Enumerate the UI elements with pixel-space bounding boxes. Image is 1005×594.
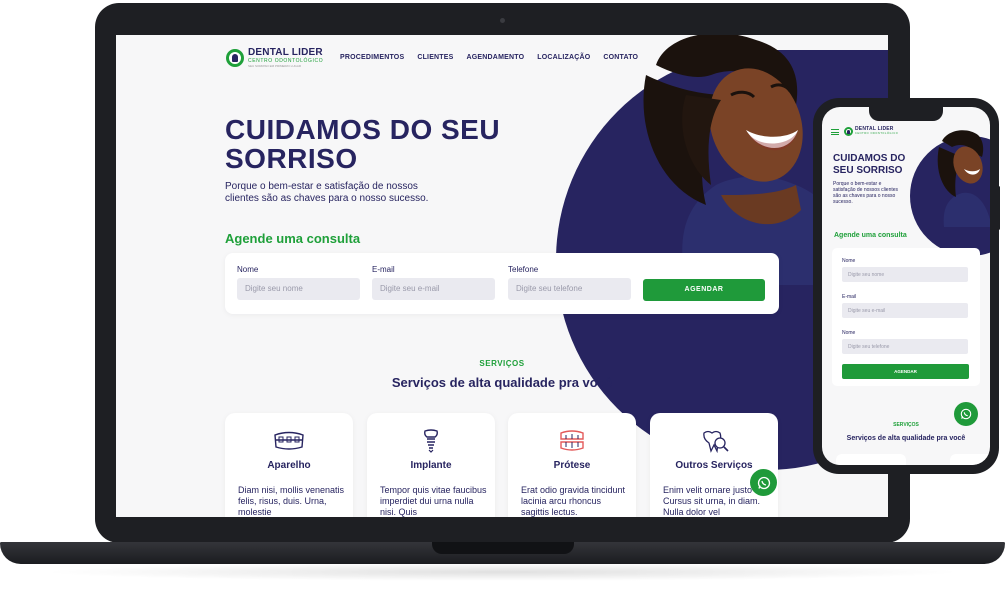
phone-field-group: Telefone Digite seu telefone bbox=[508, 265, 631, 300]
booking-form: Nome Digite seu nome E-mail Digite seu e… bbox=[225, 253, 779, 314]
tooth-logo-icon bbox=[226, 49, 244, 67]
service-card-implante[interactable]: Implante Tempor quis vitae faucibus impe… bbox=[367, 413, 495, 517]
phone-frame: DENTAL LIDER CENTRO ODONTOLÓGICO CUIDAMO… bbox=[813, 98, 999, 474]
nav-item-clientes[interactable]: CLIENTES bbox=[417, 54, 453, 61]
service-card-aparelho[interactable]: Aparelho Diam nisi, mollis venenatis fel… bbox=[225, 413, 353, 517]
tooth-search-icon bbox=[703, 430, 729, 453]
mobile-email-input[interactable]: Digite seu e-mail bbox=[842, 303, 968, 318]
name-label: Nome bbox=[842, 258, 856, 264]
mobile-phone-field: Nome Digite seu telefone bbox=[842, 330, 968, 354]
services-tag: SERVIÇOS bbox=[479, 359, 525, 368]
mobile-schedule-button[interactable]: AGENDAR bbox=[842, 364, 969, 379]
brand-tagline: SEU SORRISO EM PRIMEIRO LUGAR bbox=[248, 64, 302, 68]
mobile-booking-form: Nome Digite seu nome E-mail Digite seu e… bbox=[832, 248, 980, 386]
denture-icon bbox=[560, 430, 584, 451]
service-text: Diam nisi, mollis venenatis felis, risus… bbox=[238, 485, 345, 517]
mobile-hero-photo bbox=[937, 130, 990, 227]
name-label: Nome bbox=[237, 265, 259, 274]
service-title: Aparelho bbox=[267, 460, 311, 471]
mobile-name-input[interactable]: Digite seu nome bbox=[842, 267, 968, 282]
service-card-outros[interactable]: Outros Serviços Enim velit ornare justo … bbox=[650, 413, 778, 517]
email-field-group: E-mail Digite seu e-mail bbox=[372, 265, 495, 300]
device-mockup-scene: DENTAL LIDER CENTRO ODONTOLÓGICO SEU SOR… bbox=[0, 0, 1005, 594]
schedule-button[interactable]: AGENDAR bbox=[643, 279, 765, 301]
mobile-services-title: Serviços de alta qualidade pra você bbox=[846, 435, 966, 442]
mobile-email-field: E-mail Digite seu e-mail bbox=[842, 294, 968, 318]
email-input[interactable]: Digite seu e-mail bbox=[372, 278, 495, 300]
whatsapp-icon bbox=[757, 476, 770, 489]
mobile-booking-form-title: Agende uma consulta bbox=[834, 232, 907, 239]
phone-notch bbox=[869, 107, 943, 121]
phone-label: Telefone bbox=[508, 265, 539, 274]
implant-icon bbox=[424, 429, 438, 453]
nav-item-localizacao[interactable]: LOCALIZAÇÃO bbox=[537, 54, 590, 61]
email-label: E-mail bbox=[372, 265, 395, 274]
service-title: Prótese bbox=[553, 460, 591, 471]
desktop-website: DENTAL LIDER CENTRO ODONTOLÓGICO SEU SOR… bbox=[116, 35, 888, 517]
mobile-hero-title: CUIDAMOS DO SEU SORRISO bbox=[833, 153, 906, 176]
nav-item-agendamento[interactable]: AGENDAMENTO bbox=[467, 54, 525, 61]
mobile-hero-subtitle: Porque o bem-estar e satisfação de nosso… bbox=[833, 181, 899, 205]
tooth-logo-icon bbox=[844, 127, 853, 136]
phone-label: Nome bbox=[842, 330, 856, 336]
mobile-whatsapp-button[interactable] bbox=[954, 402, 978, 426]
mobile-phone-input[interactable]: Digite seu telefone bbox=[842, 339, 968, 354]
laptop-hinge-notch bbox=[432, 542, 574, 554]
nav-item-procedimentos[interactable]: PROCEDIMENTOS bbox=[340, 54, 404, 61]
whatsapp-icon bbox=[960, 408, 972, 420]
main-nav: PROCEDIMENTOS CLIENTES AGENDAMENTO LOCAL… bbox=[340, 54, 638, 61]
service-title: Implante bbox=[410, 460, 452, 471]
mobile-name-field: Nome Digite seu nome bbox=[842, 258, 968, 282]
mobile-service-card[interactable] bbox=[950, 454, 990, 465]
email-label: E-mail bbox=[842, 294, 857, 300]
nav-item-contato[interactable]: CONTATO bbox=[603, 54, 638, 61]
booking-form-title: Agende uma consulta bbox=[225, 231, 361, 246]
service-text: Tempor quis vitae faucibus imperdiet dui… bbox=[380, 485, 487, 517]
brand-subtitle: CENTRO ODONTOLÓGICO bbox=[855, 132, 899, 136]
laptop-shadow bbox=[40, 563, 965, 581]
hero-title: CUIDAMOS DO SEU SORRISO bbox=[225, 114, 501, 174]
mobile-website: DENTAL LIDER CENTRO ODONTOLÓGICO CUIDAMO… bbox=[822, 107, 990, 465]
hamburger-menu-icon[interactable] bbox=[831, 129, 839, 135]
name-field-group: Nome Digite seu nome bbox=[237, 265, 360, 300]
brand-name: DENTAL LIDER bbox=[248, 47, 323, 58]
service-card-protese[interactable]: Prótese Erat odio gravida tincidunt laci… bbox=[508, 413, 636, 517]
mobile-brand-logo[interactable]: DENTAL LIDER CENTRO ODONTOLÓGICO bbox=[844, 127, 898, 136]
brand-logo[interactable]: DENTAL LIDER CENTRO ODONTOLÓGICO SEU SOR… bbox=[226, 48, 323, 68]
phone-side-button bbox=[997, 186, 1000, 230]
hero-subtitle: Porque o bem-estar e satisfação de nosso… bbox=[225, 181, 429, 204]
phone-input[interactable]: Digite seu telefone bbox=[508, 278, 631, 300]
services-title: Serviços de alta qualidade pra você bbox=[391, 375, 613, 390]
name-input[interactable]: Digite seu nome bbox=[237, 278, 360, 300]
laptop-camera bbox=[500, 18, 505, 23]
mobile-service-card[interactable] bbox=[836, 454, 906, 465]
whatsapp-button[interactable] bbox=[750, 469, 777, 496]
braces-icon bbox=[274, 431, 304, 450]
service-text: Erat odio gravida tincidunt lacinia arcu… bbox=[521, 485, 626, 517]
